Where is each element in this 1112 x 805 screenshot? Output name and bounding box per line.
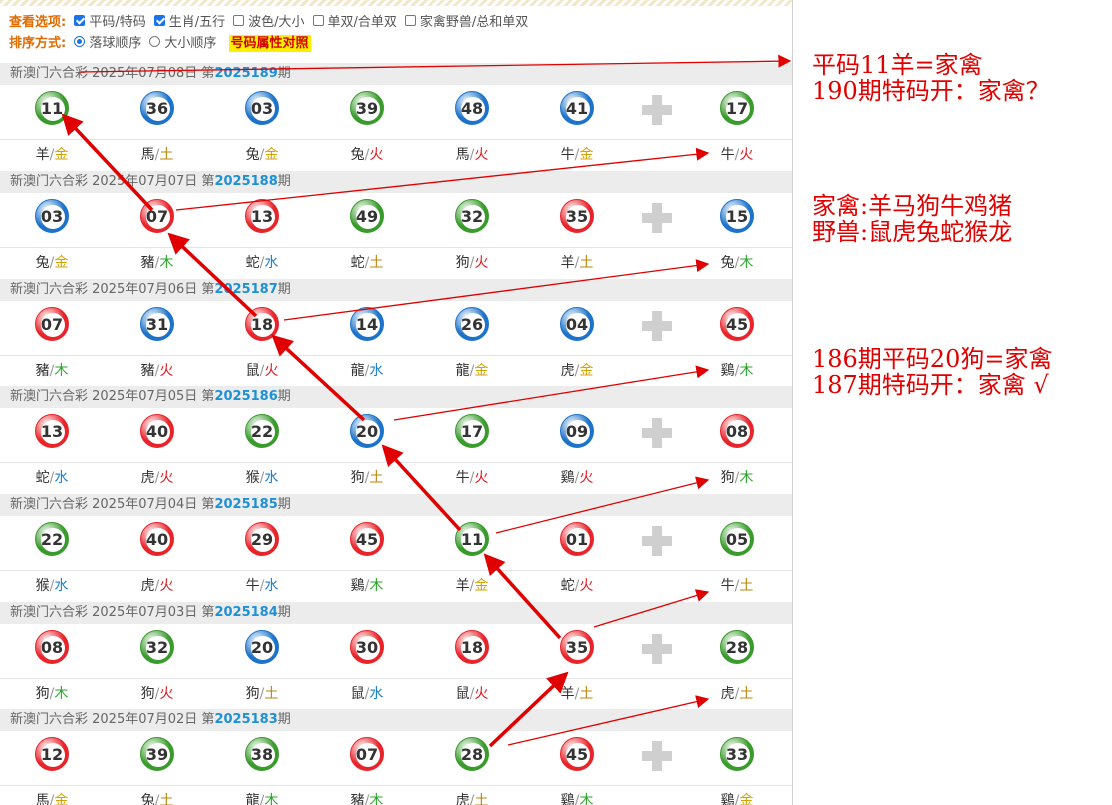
arrow-thin — [393, 365, 710, 421]
arrow-thin — [283, 259, 710, 321]
arrow-thin — [495, 476, 710, 534]
arrow-thick — [271, 334, 366, 422]
arrow-thin — [507, 695, 710, 746]
arrow-thick — [61, 113, 154, 212]
note-line: 186期平码20狗=家禽 — [812, 345, 1053, 373]
arrow-to-note — [79, 54, 792, 73]
annotation-note: 186期平码20狗=家禽 187期特码开：家禽 √ — [812, 346, 1052, 398]
annotation-note: 家禽:羊马狗牛鸡猪 野兽:鼠虎兔蛇猴龙 — [812, 193, 1012, 245]
arrow-thin — [175, 147, 710, 211]
arrow-thick — [483, 553, 562, 640]
arrow-thin — [593, 589, 710, 628]
annotation-note: 平码11羊=家禽 190期特码开：家禽？ — [812, 52, 1050, 104]
note-line: 190期特码开：家禽？ — [812, 77, 1050, 105]
arrow-thick — [167, 232, 258, 318]
note-line: 187期特码开：家禽 √ — [812, 371, 1049, 399]
note-line: 家禽:羊马狗牛鸡猪 — [812, 192, 1013, 220]
note-line: 野兽:鼠虎兔蛇猴龙 — [812, 218, 1013, 246]
arrow-thick — [381, 444, 462, 532]
arrow-thick — [488, 671, 569, 748]
annotation-arrows — [61, 54, 792, 748]
note-line: 平码11羊=家禽 — [812, 51, 983, 79]
